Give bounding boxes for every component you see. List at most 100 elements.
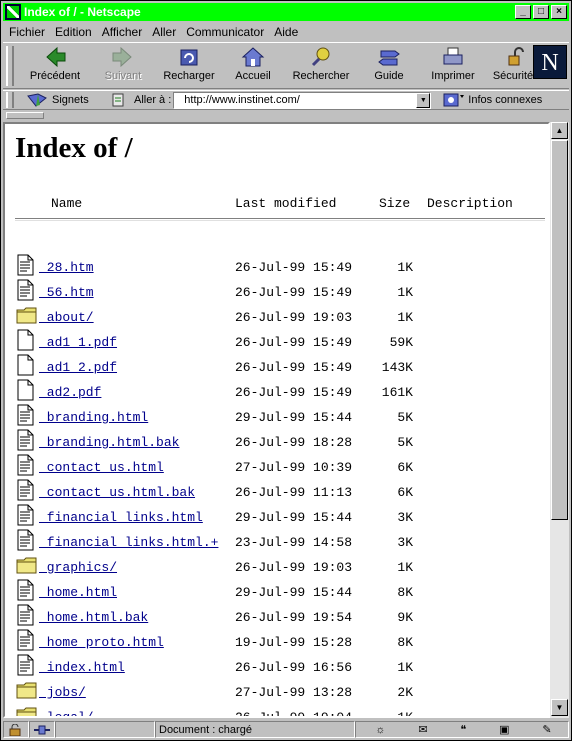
menu-fichier[interactable]: Fichier xyxy=(9,25,45,39)
file-link[interactable]: ad1 1.pdf xyxy=(39,335,117,350)
url-dropdown-button[interactable]: ▼ xyxy=(416,92,431,108)
vertical-scrollbar[interactable]: ▲ ▼ xyxy=(550,122,569,718)
reload-button[interactable]: Recharger xyxy=(161,46,217,86)
file-link[interactable]: home.html.bak xyxy=(39,610,148,625)
file-link[interactable]: index.html xyxy=(39,660,125,675)
maximize-button[interactable]: □ xyxy=(533,5,549,19)
file-link[interactable]: home.html xyxy=(39,585,117,600)
bookmarks-icon xyxy=(27,93,47,107)
text-file-icon[interactable] xyxy=(16,604,35,626)
menu-aide[interactable]: Aide xyxy=(274,25,298,39)
url-field[interactable]: http://www.instinet.com/ ▼ xyxy=(173,91,432,109)
guide-label: Guide xyxy=(374,70,404,82)
composer-component-icon[interactable]: ✎ xyxy=(542,723,551,736)
title-bar[interactable]: Index of / - Netscape _ □ × xyxy=(3,3,569,21)
forward-button[interactable]: Suivant xyxy=(95,46,151,86)
file-size: 6K xyxy=(397,485,413,500)
text-file-icon[interactable] xyxy=(16,479,35,501)
file-modified: 29-Jul-99 15:44 xyxy=(235,510,353,525)
blank-file-icon[interactable] xyxy=(16,329,35,351)
mail-component-icon[interactable]: ✉ xyxy=(418,723,427,736)
text-file-icon[interactable] xyxy=(16,629,35,651)
folder-icon[interactable] xyxy=(16,704,37,716)
security-status-icon[interactable] xyxy=(3,721,29,738)
text-file-icon[interactable] xyxy=(16,404,35,426)
file-modified: 23-Jul-99 14:58 xyxy=(235,535,353,550)
list-item: 56.htm 26-Jul-99 15:49 1K xyxy=(5,279,548,306)
menu-afficher[interactable]: Afficher xyxy=(102,25,142,39)
file-link[interactable]: contact us.html.bak xyxy=(39,485,195,500)
progress-bar xyxy=(55,721,155,738)
guide-button[interactable]: Guide xyxy=(361,46,417,86)
list-item: contact us.html 27-Jul-99 10:39 6K xyxy=(5,454,548,481)
close-button[interactable]: × xyxy=(551,5,567,19)
menu-communicator[interactable]: Communicator xyxy=(186,25,264,39)
file-link[interactable]: legal/ xyxy=(39,710,94,716)
related-button[interactable]: Infos connexes xyxy=(443,92,542,108)
menu-aller[interactable]: Aller xyxy=(152,25,176,39)
forward-label: Suivant xyxy=(104,70,142,82)
back-button[interactable]: Précédent xyxy=(27,46,83,86)
status-text-cell: Document : chargé xyxy=(155,721,355,738)
text-file-icon[interactable] xyxy=(16,504,35,526)
security-button[interactable]: Sécurité xyxy=(491,46,535,86)
file-link[interactable]: ad1 2.pdf xyxy=(39,360,117,375)
folder-icon[interactable] xyxy=(16,554,37,576)
page-proxy-icon[interactable] xyxy=(110,92,126,108)
search-icon xyxy=(309,46,333,68)
file-link[interactable]: graphics/ xyxy=(39,560,117,575)
personal-toolbar-tab[interactable] xyxy=(6,112,44,119)
address-book-component-icon[interactable]: ▣ xyxy=(499,723,509,736)
folder-icon[interactable] xyxy=(16,304,37,326)
location-grip[interactable] xyxy=(6,92,14,108)
file-link[interactable]: home proto.html xyxy=(39,635,164,650)
navigator-component-icon[interactable]: ☼ xyxy=(375,724,385,736)
file-link[interactable]: ad2.pdf xyxy=(39,385,102,400)
url-text: http://www.instinet.com/ xyxy=(184,93,300,106)
file-size: 6K xyxy=(397,460,413,475)
menu-edition[interactable]: Edition xyxy=(55,25,92,39)
scroll-thumb[interactable] xyxy=(551,140,568,520)
scroll-down-button[interactable]: ▼ xyxy=(551,699,568,716)
file-size: 5K xyxy=(397,410,413,425)
list-item: graphics/26-Jul-99 19:03 1K xyxy=(5,554,548,581)
file-size: 8K xyxy=(397,585,413,600)
file-modified: 26-Jul-99 15:49 xyxy=(235,285,353,300)
file-link[interactable]: financial links.html xyxy=(39,510,203,525)
file-link[interactable]: branding.html xyxy=(39,410,148,425)
folder-icon[interactable] xyxy=(16,679,37,701)
bookmarks-button[interactable]: Signets xyxy=(26,92,96,108)
file-modified: 26-Jul-99 16:56 xyxy=(235,660,353,675)
file-link[interactable]: contact us.html xyxy=(39,460,164,475)
blank-file-icon[interactable] xyxy=(16,379,35,401)
text-file-icon[interactable] xyxy=(16,254,35,276)
file-link[interactable]: 28.htm xyxy=(39,260,94,275)
scroll-up-button[interactable]: ▲ xyxy=(551,122,568,139)
blank-file-icon[interactable] xyxy=(16,354,35,376)
netscape-logo[interactable]: N xyxy=(533,45,567,79)
file-modified: 26-Jul-99 19:03 xyxy=(235,310,353,325)
text-file-icon[interactable] xyxy=(16,279,35,301)
home-button[interactable]: Accueil xyxy=(225,46,281,86)
list-item: ad1 2.pdf 26-Jul-99 15:49 143K xyxy=(5,354,548,381)
netscape-app-icon[interactable] xyxy=(5,4,21,20)
discussions-component-icon[interactable]: ❝ xyxy=(460,723,466,736)
text-file-icon[interactable] xyxy=(16,429,35,451)
search-button[interactable]: Rechercher xyxy=(291,46,351,86)
text-file-icon[interactable] xyxy=(16,654,35,676)
print-button[interactable]: Imprimer xyxy=(425,46,481,86)
text-file-icon[interactable] xyxy=(16,454,35,476)
text-file-icon[interactable] xyxy=(16,579,35,601)
status-text: Document : chargé xyxy=(159,723,252,736)
file-link[interactable]: 56.htm xyxy=(39,285,94,300)
bookmarks-label: Signets xyxy=(52,94,89,106)
text-file-icon[interactable] xyxy=(16,529,35,551)
file-size: 59K xyxy=(389,335,413,350)
online-status-icon[interactable] xyxy=(29,721,55,738)
file-link[interactable]: jobs/ xyxy=(39,685,86,700)
file-link[interactable]: branding.html.bak xyxy=(39,435,180,450)
toolbar-grip[interactable] xyxy=(6,46,14,86)
file-link[interactable]: about/ xyxy=(39,310,94,325)
minimize-button[interactable]: _ xyxy=(515,5,531,19)
file-link[interactable]: financial links.html.+ xyxy=(39,535,219,550)
